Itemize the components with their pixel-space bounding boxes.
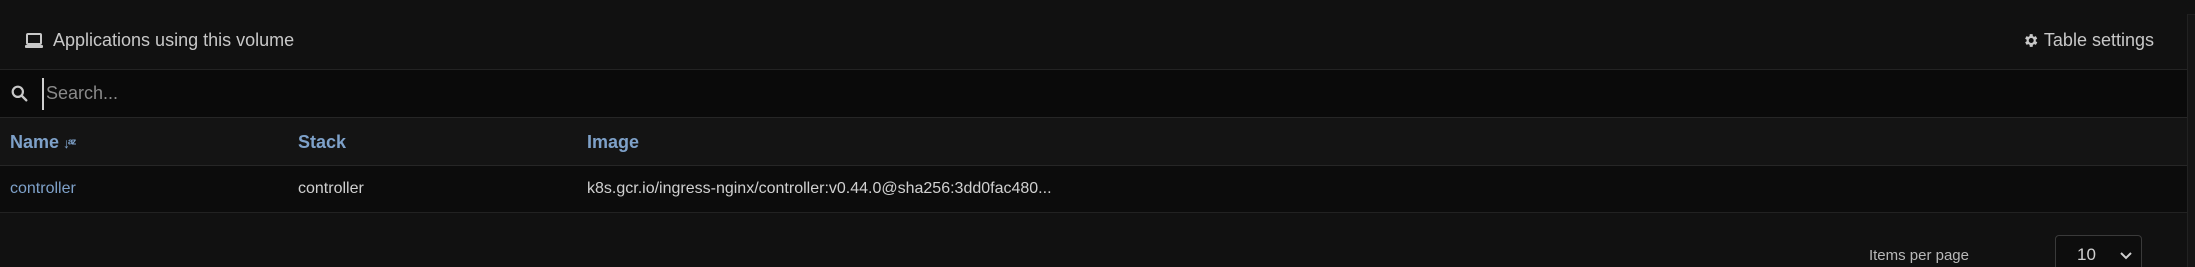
row-stack: controller [298,180,364,197]
table-header: Name ↓ᵃᶻ Stack Image [0,118,2187,166]
items-per-page-select[interactable]: 10 [2055,235,2142,267]
table-settings-button[interactable]: Table settings [2022,30,2154,51]
column-header-stack-label: Stack [298,132,347,152]
chevron-down-icon [2120,252,2132,260]
panel-title: Applications using this volume [25,30,294,51]
items-per-page-value: 10 [2077,245,2096,264]
gear-icon [2025,34,2038,47]
applications-panel: Applications using this volume Table set… [0,14,2188,267]
search-bar [0,70,2187,118]
laptop-icon [25,32,43,48]
table-footer: Items per page 10 [0,213,2187,267]
table-row: controller controller k8s.gcr.io/ingress… [0,166,2187,213]
column-header-image-label: Image [587,132,640,152]
table-settings-label: Table settings [2043,30,2154,50]
row-image: k8s.gcr.io/ingress-nginx/controller:v0.4… [587,180,1052,197]
top-bar [0,0,2195,15]
column-header-name[interactable]: Name ↓ᵃᶻ [10,132,76,153]
row-name-link[interactable]: controller [10,180,76,198]
items-per-page-label: Items per page [1868,247,1969,264]
panel-title-text: Applications using this volume [53,30,295,50]
sort-alpha-down-icon: ↓ᵃᶻ [63,134,76,151]
column-header-stack[interactable]: Stack [298,132,346,153]
search-icon [11,85,28,102]
panel-header: Applications using this volume Table set… [0,14,2187,70]
search-input[interactable] [42,77,2187,110]
column-header-image[interactable]: Image [587,132,639,153]
column-header-name-label: Name [10,132,60,152]
page: Applications using this volume Table set… [0,0,2195,267]
